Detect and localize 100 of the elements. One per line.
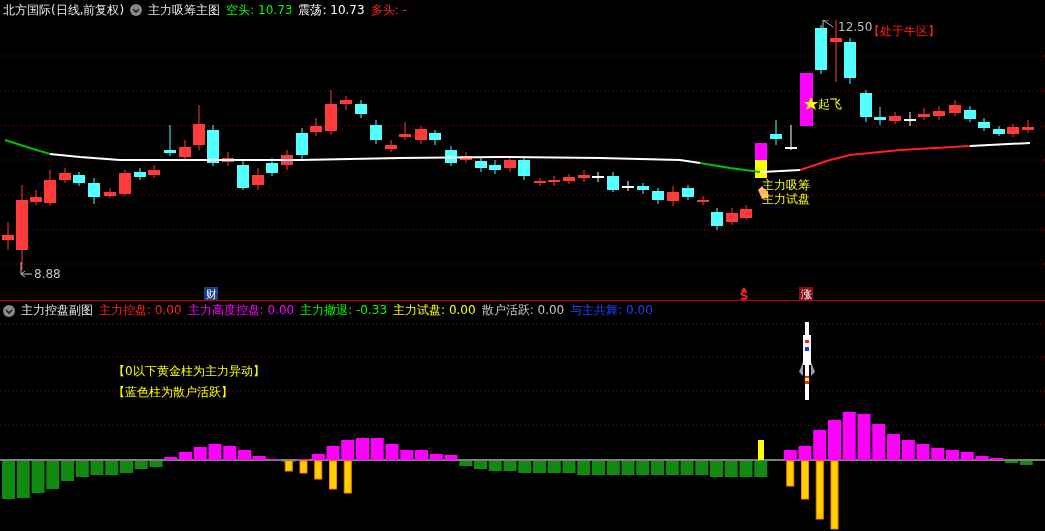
candlestick bbox=[874, 106, 886, 126]
candlestick bbox=[978, 117, 990, 132]
candlestick bbox=[193, 104, 205, 151]
indicator-value: 空头: 10.73 bbox=[226, 1, 293, 19]
candlestick bbox=[504, 155, 516, 173]
signal-bar bbox=[800, 73, 813, 126]
candlestick bbox=[697, 195, 709, 206]
candlestick bbox=[904, 111, 916, 127]
candlestick bbox=[860, 89, 872, 123]
histogram-bar bbox=[946, 450, 959, 460]
histogram-bar bbox=[356, 438, 369, 460]
histogram-bar bbox=[901, 440, 915, 460]
histogram-bar bbox=[533, 461, 546, 473]
low-price-label: 8.88 bbox=[34, 267, 61, 281]
histogram-bar bbox=[208, 444, 222, 460]
anomaly-bar bbox=[314, 460, 323, 480]
candlestick bbox=[460, 151, 472, 164]
candlestick bbox=[296, 127, 308, 161]
candlestick bbox=[622, 180, 634, 192]
candlestick bbox=[918, 107, 930, 121]
high-arrow-icon bbox=[822, 20, 834, 31]
histogram-bar bbox=[16, 461, 30, 498]
histogram-bar bbox=[695, 461, 709, 475]
anomaly-bar bbox=[801, 460, 809, 500]
candlestick bbox=[415, 125, 427, 145]
candlestick bbox=[563, 173, 575, 185]
histogram-bar bbox=[783, 450, 797, 460]
candlestick bbox=[44, 169, 56, 207]
histogram-bar bbox=[828, 420, 841, 460]
histogram-bar bbox=[621, 461, 635, 475]
candlestick bbox=[207, 124, 219, 167]
candlestick bbox=[785, 124, 797, 151]
candlestick bbox=[637, 182, 649, 195]
anomaly-bar bbox=[815, 460, 824, 520]
rocket-icon bbox=[799, 322, 815, 400]
candlestick bbox=[592, 171, 604, 183]
candlestick bbox=[385, 139, 397, 153]
candlestick bbox=[148, 164, 160, 179]
candlestick bbox=[252, 167, 264, 191]
event-marker[interactable]: 涨 bbox=[799, 287, 813, 300]
indicator-value: 散户活跃: 0.00 bbox=[481, 302, 565, 319]
note-text: 【蓝色柱为散户活跃】 bbox=[113, 385, 233, 399]
candlestick bbox=[548, 175, 560, 187]
candlestick bbox=[534, 177, 546, 187]
histogram-bar bbox=[90, 461, 104, 475]
indicator-value: 主力高度控盘: 0.00 bbox=[187, 302, 295, 319]
histogram-bar bbox=[651, 461, 664, 475]
candlestick bbox=[355, 99, 367, 119]
candlestick bbox=[164, 124, 176, 157]
candlestick bbox=[711, 207, 723, 231]
low-arrow-icon bbox=[20, 261, 33, 278]
candlestick bbox=[607, 171, 619, 193]
candlestick bbox=[281, 149, 293, 171]
star-icon bbox=[804, 97, 818, 110]
histogram-bar bbox=[857, 414, 871, 460]
histogram-bar bbox=[46, 461, 60, 489]
histogram-bar bbox=[223, 446, 237, 460]
candlestick bbox=[340, 95, 352, 111]
histogram-bar bbox=[503, 461, 517, 471]
candlestick bbox=[652, 187, 664, 205]
histogram-bar bbox=[2, 461, 15, 499]
candlestick bbox=[740, 204, 752, 221]
candlestick bbox=[399, 121, 411, 141]
candlestick bbox=[726, 207, 738, 226]
indicator-name[interactable]: 主力控盘副图 bbox=[21, 302, 93, 319]
histogram-bar bbox=[636, 461, 650, 475]
candlestick bbox=[889, 111, 901, 125]
histogram-bar bbox=[592, 461, 605, 475]
histogram-bar bbox=[341, 440, 355, 460]
chevron-icon[interactable] bbox=[130, 4, 143, 16]
candlestick bbox=[844, 37, 856, 85]
candlestick bbox=[578, 169, 590, 183]
histogram-bar bbox=[916, 444, 930, 460]
candlestick bbox=[445, 145, 457, 167]
candlestick bbox=[325, 89, 337, 136]
histogram-bar bbox=[105, 461, 119, 475]
histogram-bar bbox=[680, 461, 694, 475]
event-marker[interactable]: 财 bbox=[204, 287, 218, 300]
anomaly-bar bbox=[786, 460, 795, 487]
anomaly-bar bbox=[343, 460, 352, 494]
histogram-bar bbox=[606, 461, 620, 475]
chevron-icon[interactable] bbox=[3, 304, 15, 317]
candlestick bbox=[134, 167, 146, 181]
histogram-bar bbox=[724, 461, 738, 477]
signal-label: 主力试盘 bbox=[762, 192, 810, 206]
candlestick bbox=[2, 221, 14, 251]
candlestick bbox=[949, 99, 961, 117]
candlestick bbox=[489, 159, 501, 175]
candlestick bbox=[370, 119, 382, 145]
indicator-value: 主力控盘: 0.00 bbox=[99, 302, 182, 319]
candlestick bbox=[104, 187, 116, 199]
histogram-bar bbox=[31, 461, 45, 493]
indicator-name[interactable]: 主力吸筹主图 bbox=[148, 1, 221, 19]
indicator-value: 主力试盘: 0.00 bbox=[393, 302, 476, 319]
candlestick bbox=[993, 125, 1005, 137]
stock-title: 北方国际(日线,前复权) bbox=[3, 1, 125, 19]
candlestick bbox=[59, 167, 71, 184]
candlestick bbox=[179, 139, 191, 161]
takeoff-label: 起飞 bbox=[818, 97, 842, 111]
candlestick bbox=[237, 159, 249, 191]
